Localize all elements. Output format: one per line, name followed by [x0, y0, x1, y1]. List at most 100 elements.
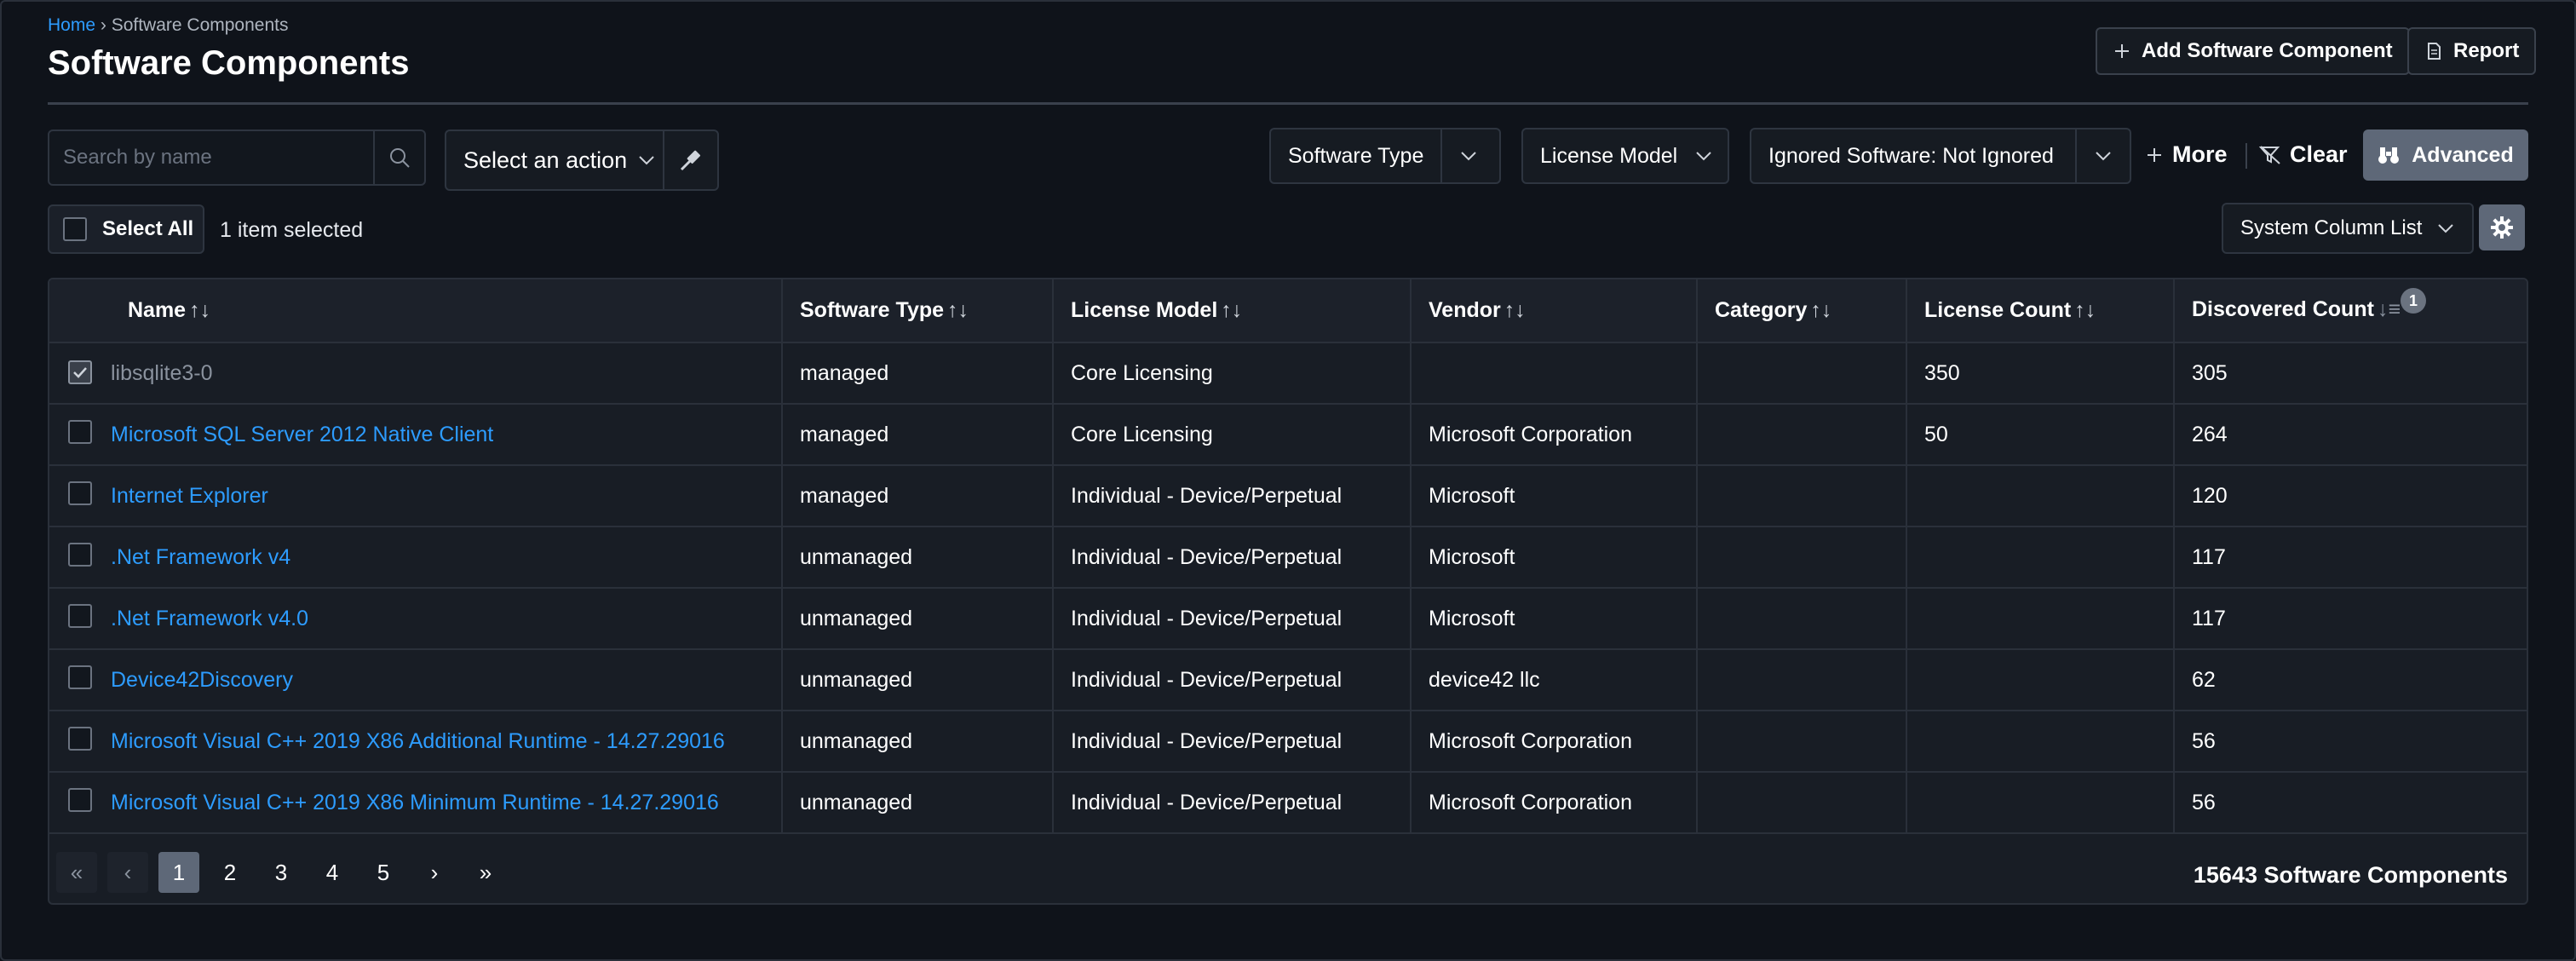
column-header-name[interactable]: Name ↑↓	[111, 279, 783, 343]
row-checkbox[interactable]	[68, 726, 92, 751]
table-row[interactable]: .Net Framework v4 unmanaged Individual - D…	[49, 527, 2527, 589]
name-cell: Internet Explorer	[111, 465, 783, 527]
breadcrumb-separator: ›	[95, 15, 112, 35]
row-checkbox[interactable]	[68, 360, 92, 384]
name-cell: Microsoft Visual C++ 2019 X86 Additional…	[111, 711, 783, 773]
discovered-count-cell: 117	[2174, 527, 2527, 589]
sort-icon: ↑↓	[947, 298, 969, 322]
discovered-count-cell: 117	[2174, 588, 2527, 650]
toolbar-separator	[2245, 143, 2247, 169]
next-page-button[interactable]: ›	[414, 852, 455, 893]
software-name-link[interactable]: libsqlite3-0	[111, 361, 213, 385]
name-cell: Microsoft Visual C++ 2019 X86 Minimum Ru…	[111, 772, 783, 834]
software-name-link[interactable]: Microsoft Visual C++ 2019 X86 Minimum Ru…	[111, 791, 719, 814]
report-button[interactable]: Report	[2407, 27, 2537, 75]
column-header-vendor[interactable]: Vendor ↑↓	[1411, 279, 1698, 343]
first-page-button[interactable]: «	[56, 852, 97, 893]
more-filters-button[interactable]: More	[2145, 141, 2228, 168]
column-header-license-count[interactable]: License Count ↑↓	[1906, 279, 2175, 343]
software-type-cell: unmanaged	[782, 772, 1054, 834]
software-name-link[interactable]: Microsoft SQL Server 2012 Native Client	[111, 423, 493, 446]
header-checkbox-cell	[49, 279, 111, 343]
row-checkbox[interactable]	[68, 603, 92, 628]
page-button-2[interactable]: 2	[210, 852, 250, 893]
vendor-cell: Microsoft	[1411, 588, 1698, 650]
select-all-button[interactable]: Select All	[48, 204, 204, 254]
software-name-link[interactable]: Internet Explorer	[111, 484, 268, 508]
table-row[interactable]: Microsoft Visual C++ 2019 X86 Additional…	[49, 711, 2527, 773]
clear-filters-button[interactable]: Clear	[2259, 141, 2348, 168]
sort-icon: ↑↓	[189, 298, 211, 322]
column-header-category[interactable]: Category ↑↓	[1697, 279, 1907, 343]
license-count-cell: 50	[1906, 404, 2175, 466]
category-cell	[1697, 404, 1907, 466]
page-button-4[interactable]: 4	[312, 852, 353, 893]
vendor-cell	[1411, 342, 1698, 405]
action-select[interactable]: Select an action	[445, 129, 719, 191]
license-model-cell: Individual - Device/Perpetual	[1053, 711, 1412, 773]
vendor-cell: Microsoft	[1411, 527, 1698, 589]
sort-icon: ↑↓	[1810, 298, 1832, 322]
ignored-software-filter[interactable]: Ignored Software: Not Ignored	[1750, 128, 2131, 184]
advanced-search-button[interactable]: Advanced	[2363, 129, 2528, 181]
software-name-link[interactable]: Microsoft Visual C++ 2019 X86 Additional…	[111, 729, 725, 753]
license-count-cell	[1906, 711, 2175, 773]
software-type-cell: unmanaged	[782, 527, 1054, 589]
name-cell: Device42Discovery	[111, 649, 783, 711]
row-checkbox[interactable]	[68, 665, 92, 689]
software-type-cell: unmanaged	[782, 588, 1054, 650]
column-list-select[interactable]: System Column List	[2222, 203, 2474, 254]
breadcrumb-home-link[interactable]: Home	[48, 15, 95, 35]
column-header-license-model[interactable]: License Model ↑↓	[1053, 279, 1412, 343]
select-all-checkbox[interactable]	[63, 217, 87, 241]
column-settings-button[interactable]	[2479, 204, 2525, 250]
software-type-cell: unmanaged	[782, 711, 1054, 773]
search-icon	[390, 148, 410, 168]
page-button-3[interactable]: 3	[261, 852, 302, 893]
category-cell	[1697, 772, 1907, 834]
row-checkbox[interactable]	[68, 480, 92, 505]
category-cell	[1697, 588, 1907, 650]
page-button-5[interactable]: 5	[363, 852, 404, 893]
add-software-component-button[interactable]: Add Software Component	[2096, 27, 2410, 75]
column-header-software-type[interactable]: Software Type ↑↓	[782, 279, 1054, 343]
software-type-cell: managed	[782, 404, 1054, 466]
license-model-cell: Core Licensing	[1053, 342, 1412, 405]
license-model-filter[interactable]: License Model	[1521, 128, 1729, 184]
vendor-cell: Microsoft Corporation	[1411, 711, 1698, 773]
category-cell	[1697, 711, 1907, 773]
table-row[interactable]: Device42Discovery unmanaged Individual - D…	[49, 649, 2527, 711]
software-name-link[interactable]: Device42Discovery	[111, 668, 293, 692]
license-model-cell: Individual - Device/Perpetual	[1053, 527, 1412, 589]
row-checkbox-cell	[49, 711, 111, 773]
sort-icon: ↑↓	[2074, 298, 2096, 322]
category-cell	[1697, 342, 1907, 405]
license-count-cell	[1906, 772, 2175, 834]
table-row[interactable]: Internet Explorer managed Individual - Dev…	[49, 465, 2527, 527]
discovered-count-cell: 305	[2174, 342, 2527, 405]
apply-action-button[interactable]	[663, 131, 717, 189]
row-checkbox[interactable]	[68, 787, 92, 812]
last-page-button[interactable]: »	[465, 852, 506, 893]
page-button-1[interactable]: 1	[158, 852, 199, 893]
table-row[interactable]: libsqlite3-0 managed Core Licensing 350 305	[49, 342, 2527, 405]
table-row[interactable]: Microsoft Visual C++ 2019 X86 Minimum Ru…	[49, 772, 2527, 834]
software-type-filter[interactable]: Software Type	[1269, 128, 1501, 184]
table-row[interactable]: .Net Framework v4.0 unmanaged Individual -…	[49, 588, 2527, 650]
search-input[interactable]	[49, 131, 373, 184]
search-button[interactable]	[373, 131, 424, 184]
sort-icon: ↑↓	[1221, 298, 1243, 322]
discovered-count-cell: 62	[2174, 649, 2527, 711]
license-count-cell	[1906, 588, 2175, 650]
software-type-cell: managed	[782, 342, 1054, 405]
row-checkbox-cell	[49, 649, 111, 711]
software-name-link[interactable]: .Net Framework v4	[111, 545, 290, 569]
page-title: Software Components	[48, 44, 410, 82]
row-checkbox[interactable]	[68, 542, 92, 567]
software-name-link[interactable]: .Net Framework v4.0	[111, 607, 308, 630]
row-checkbox[interactable]	[68, 419, 92, 444]
table-row[interactable]: Microsoft SQL Server 2012 Native Client m…	[49, 404, 2527, 466]
prev-page-button[interactable]: ‹	[107, 852, 148, 893]
sort-icon: ↑↓	[1504, 298, 1526, 322]
column-header-discovered-count[interactable]: Discovered Count ↓≡ 1	[2174, 279, 2527, 343]
